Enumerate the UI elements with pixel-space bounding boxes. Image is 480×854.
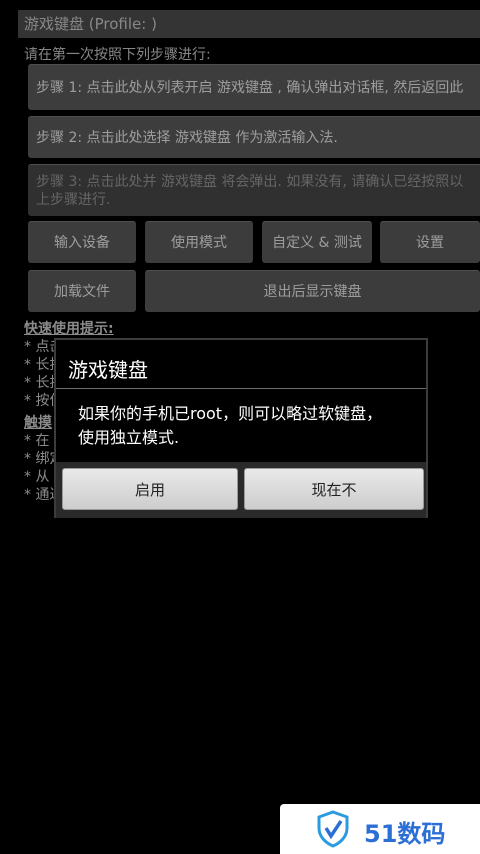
dialog-divider [56,388,426,389]
enable-button[interactable]: 启用 [62,468,238,510]
app-screen: 游戏键盘 (Profile: ) 请在第一次按照下列步骤进行: 步骤 1: 点击… [0,0,480,854]
not-now-button[interactable]: 现在不 [244,468,424,510]
watermark: 51数码 [280,804,480,854]
dialog-title: 游戏键盘 [68,358,148,382]
watermark-text: 51数码 [364,820,446,848]
dialog-button-bar: 启用 现在不 [56,462,426,518]
root-dialog: 游戏键盘 如果你的手机已root，则可以略过软键盘，使用独立模式. 启用 现在不 [54,338,428,518]
dialog-message: 如果你的手机已root，则可以略过软键盘，使用独立模式. [78,404,383,447]
shield-logo-icon [317,810,349,848]
